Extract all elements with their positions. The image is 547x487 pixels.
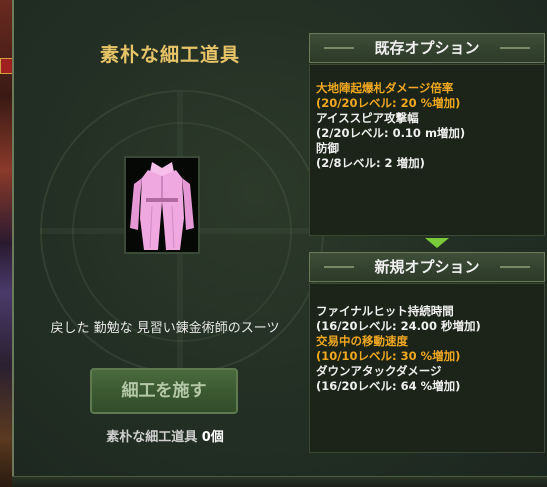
ornament-right [500,266,530,268]
tool-label: 素朴な細工道具 [106,430,198,445]
ornament-left [324,47,354,49]
ornament-right [500,47,530,49]
existing-option-2-value: (2/8レベル: 2 増加) [316,156,425,170]
new-option-2-value: (16/20レベル: 64 %増加) [316,379,461,393]
existing-option-1-value: (2/20レベル: 0.10 m増加) [316,126,466,140]
tool-count-value: 0個 [201,430,224,445]
new-option-0-value: (16/20レベル: 24.00 秒増加) [316,319,481,333]
existing-options-panel: 大地陣起爆札ダメージ倍率 (20/20レベル: 20 %増加) アイススピア攻撃… [309,64,545,236]
craft-button[interactable]: 細工を施す [90,368,238,414]
new-options-header: 新規オプション [309,252,545,282]
window-bottom-frame [12,476,547,487]
new-options-title: 新規オプション [374,258,480,276]
item-slot[interactable] [124,156,200,254]
new-option-1-name: 交易中の移動速度 [316,334,408,348]
window-title: 素朴な細工道具 [99,44,240,66]
existing-options-header: 既存オプション [309,33,545,63]
arrow-down-icon [425,238,449,248]
existing-option-0-value: (20/20レベル: 20 %増加) [316,96,461,110]
pink-coat-icon [130,162,194,250]
new-option-0-name: ファイナルヒット持続時間 [316,304,454,318]
existing-option-2-name: 防御 [316,141,339,155]
new-option-1-value: (10/10レベル: 30 %増加) [316,349,461,363]
existing-option-0-name: 大地陣起爆札ダメージ倍率 [316,81,454,95]
existing-options-title: 既存オプション [374,39,480,57]
ornament-left [324,266,354,268]
tool-count: 素朴な細工道具 0個 [0,426,330,445]
new-options-panel: ファイナルヒット持続時間 (16/20レベル: 24.00 秒増加) 交易中の移… [309,283,545,453]
new-option-2-name: ダウンアタックダメージ [316,364,442,378]
existing-option-1-name: アイススピア攻撃幅 [316,111,419,125]
item-name: 戻した 勤勉な 見習い錬金術師のスーツ [50,321,280,336]
